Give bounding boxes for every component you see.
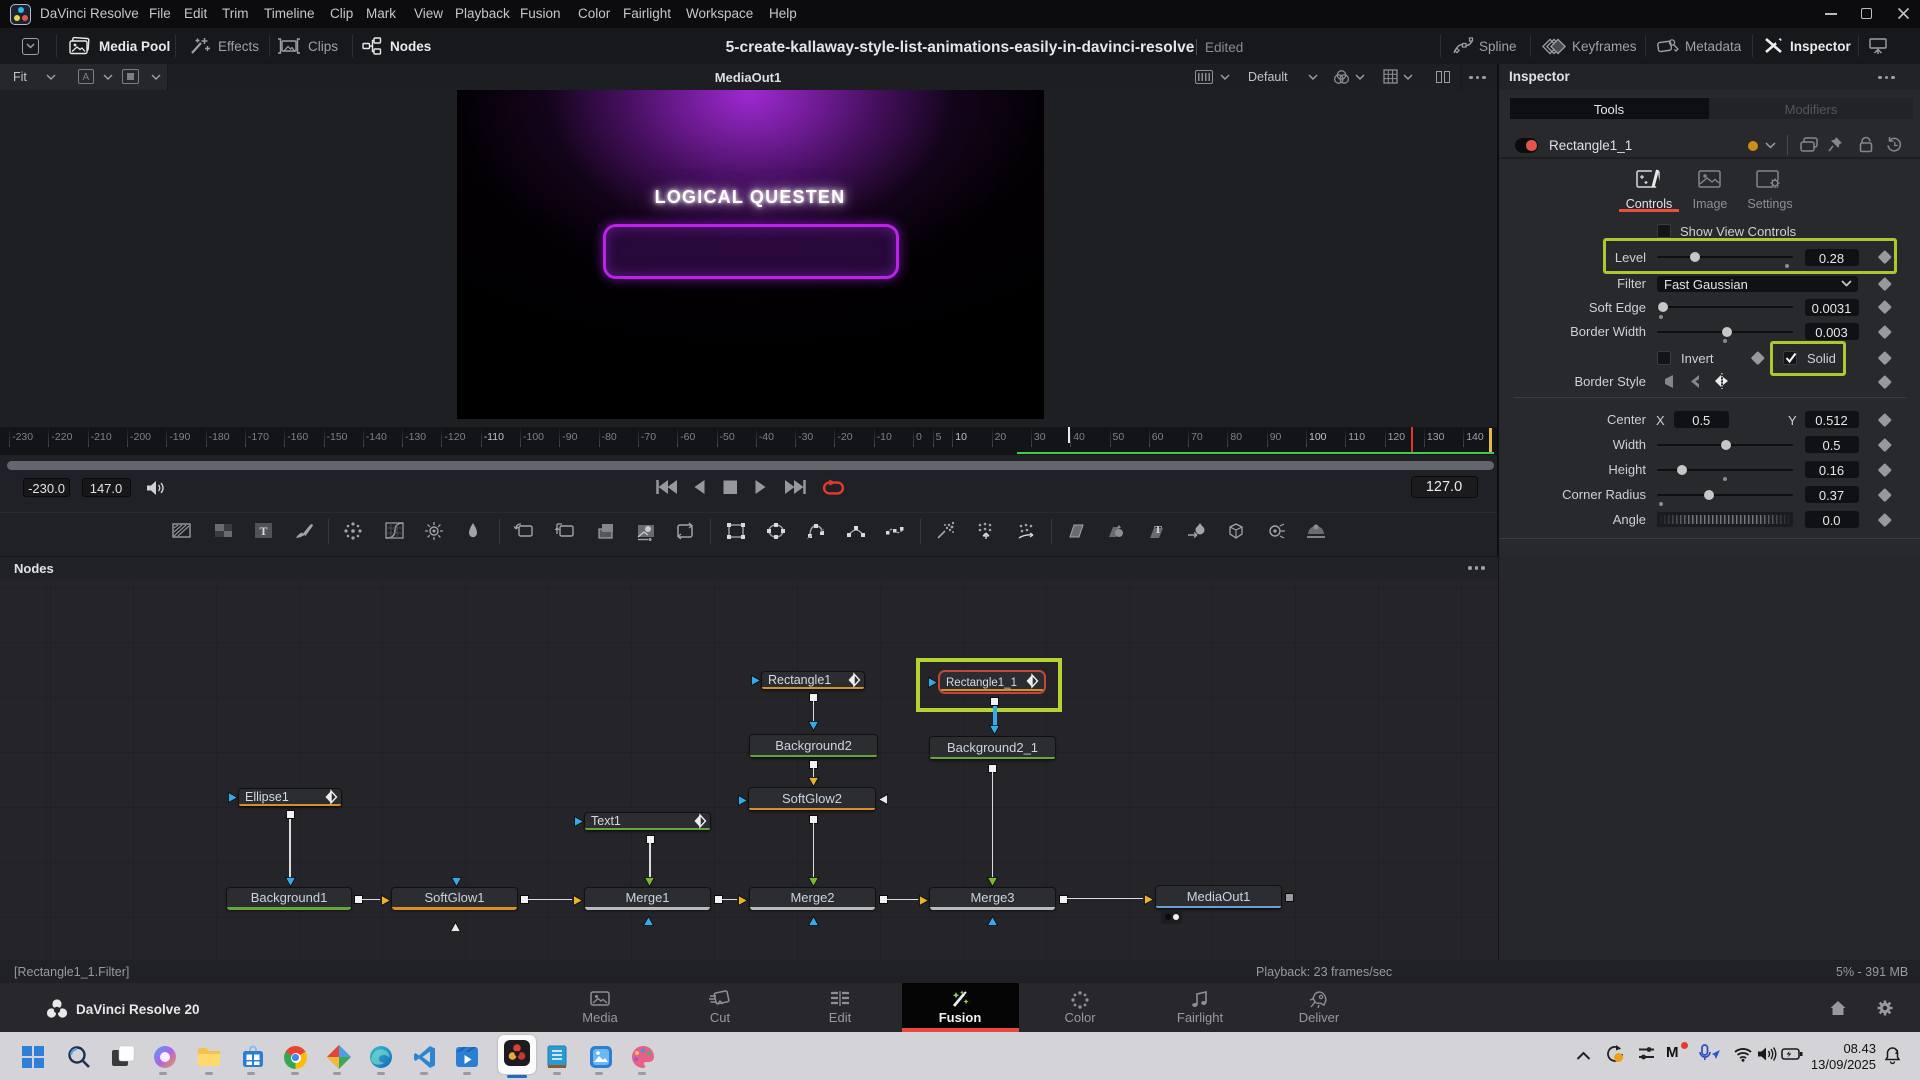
svg-text:z: z (1895, 1049, 1899, 1056)
svg-text:T: T (259, 524, 267, 538)
svg-text:T: T (1154, 524, 1162, 536)
